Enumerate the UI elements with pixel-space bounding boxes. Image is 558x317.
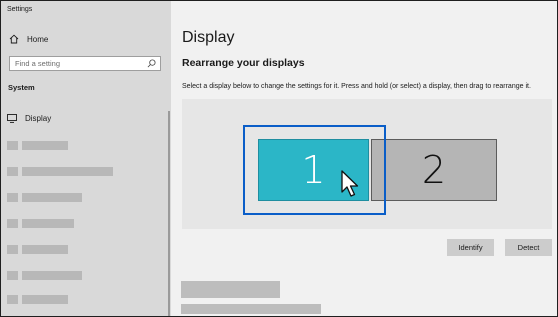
sidebar-item-blurred[interactable] — [7, 245, 68, 254]
display-number: 2 — [421, 148, 447, 192]
search-placeholder: Find a setting — [15, 59, 61, 68]
section-heading: System — [8, 83, 35, 92]
blurred-setting — [181, 281, 280, 298]
sidebar-item-blurred[interactable] — [7, 141, 68, 150]
sidebar-item-blurred[interactable] — [7, 219, 74, 228]
blurred-setting — [181, 304, 321, 314]
sidebar-item-blurred[interactable] — [7, 193, 82, 202]
search-icon[interactable] — [147, 59, 156, 68]
display-arrangement-area[interactable]: 1 2 — [182, 99, 552, 229]
section-subtitle: Rearrange your displays — [182, 57, 305, 69]
sidebar-item-blurred[interactable] — [7, 295, 68, 304]
sidebar: Settings Home Find a setting System Disp… — [1, 1, 171, 316]
display-2-tile[interactable]: 2 — [371, 139, 497, 201]
sidebar-item-label: Home — [27, 34, 49, 44]
sidebar-item-blurred[interactable] — [7, 167, 113, 176]
selection-outline — [243, 125, 386, 215]
detect-button[interactable]: Detect — [505, 239, 552, 256]
sidebar-item-home[interactable]: Home — [9, 34, 48, 44]
monitor-icon — [7, 114, 17, 123]
mouse-pointer-icon — [341, 170, 359, 197]
page-title: Display — [182, 29, 235, 46]
instructions-text: Select a display below to change the set… — [182, 83, 531, 90]
sidebar-item-label: Display — [25, 114, 52, 123]
window-title: Settings — [7, 6, 33, 13]
identify-button[interactable]: Identify — [447, 239, 494, 256]
search-input[interactable]: Find a setting — [9, 56, 161, 71]
settings-window: Settings Home Find a setting System Disp… — [0, 0, 558, 317]
sidebar-scrollbar[interactable] — [168, 111, 170, 316]
sidebar-item-blurred[interactable] — [7, 271, 82, 280]
home-icon — [9, 34, 19, 44]
main-content: Display Rearrange your displays Select a… — [171, 1, 557, 316]
sidebar-item-display[interactable]: Display — [7, 114, 51, 123]
